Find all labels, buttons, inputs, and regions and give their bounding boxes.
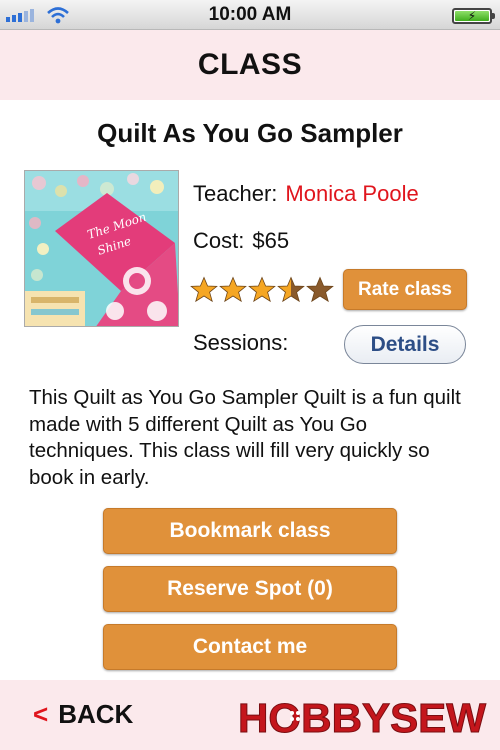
status-time: 10:00 AM	[208, 3, 292, 25]
signal-icon	[6, 9, 34, 22]
page-title: CLASS	[197, 48, 303, 81]
star-rating	[190, 276, 334, 304]
teacher-name[interactable]: Monica Poole	[285, 181, 418, 206]
contact-me-button[interactable]: Contact me	[103, 624, 397, 670]
star-icon	[219, 276, 247, 303]
reserve-spot-button[interactable]: Reserve Spot (0)	[103, 566, 397, 612]
hobbysew-logo: HOBBYSEW	[238, 695, 487, 741]
bookmark-class-button[interactable]: Bookmark class	[103, 508, 397, 554]
wifi-icon	[47, 7, 69, 24]
details-button[interactable]: Details	[344, 325, 466, 364]
class-description: This Quilt as You Go Sampler Quilt is a …	[29, 386, 461, 488]
cost-value: $65	[252, 228, 290, 253]
cost-row: Cost: $65	[193, 228, 289, 254]
back-chevron-icon: <	[33, 699, 49, 729]
cost-label: Cost:	[193, 228, 245, 253]
star-icon	[306, 276, 334, 303]
class-thumbnail: The Moon Shine	[24, 170, 179, 327]
teacher-label: Teacher:	[193, 181, 278, 206]
status-bar: 10:00 AM ⚡	[0, 0, 500, 30]
sessions-label: Sessions:	[193, 330, 289, 355]
logo-text: HOBBYSEW	[238, 695, 486, 740]
header-bar: CLASS	[0, 30, 500, 100]
star-icon	[248, 276, 276, 303]
battery-charging-icon: ⚡	[452, 8, 495, 24]
back-button[interactable]: < BACK	[33, 699, 133, 730]
star-icon	[277, 276, 305, 303]
back-label: BACK	[58, 699, 134, 729]
class-title: Quilt As You Go Sampler	[97, 118, 403, 148]
footer-bar: < BACK HOBBYSEW	[0, 680, 500, 750]
rate-class-button[interactable]: Rate class	[343, 269, 467, 310]
teacher-row: Teacher: Monica Poole	[193, 181, 419, 207]
star-icon	[190, 276, 218, 303]
